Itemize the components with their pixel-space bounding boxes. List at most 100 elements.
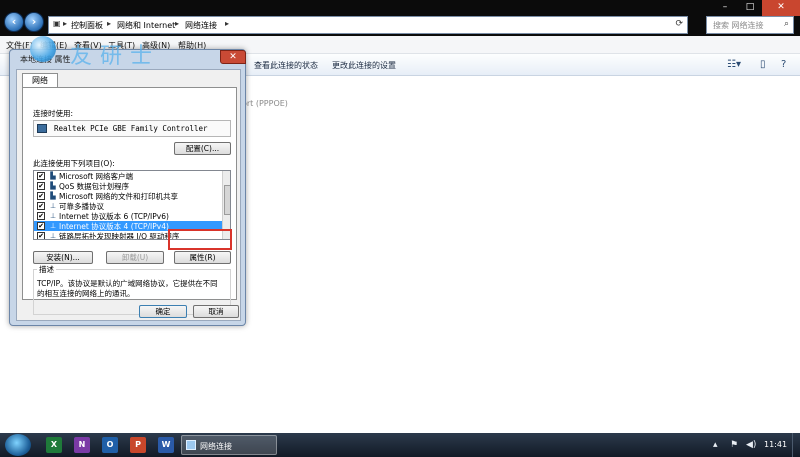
checkbox[interactable]: ✔	[37, 202, 45, 210]
install-button[interactable]: 安装(N)...	[33, 251, 93, 264]
taskbar-network-connections[interactable]: 网络连接	[181, 435, 277, 455]
powerpoint-icon[interactable]: P	[130, 437, 146, 453]
close-icon: ✕	[229, 52, 237, 62]
configure-button-label: 配置(C)...	[185, 144, 220, 153]
word-icon[interactable]: W	[158, 437, 174, 453]
outlook-letter: O	[106, 440, 114, 449]
outlook-icon[interactable]: O	[102, 437, 118, 453]
properties-button[interactable]: 属性(R)	[174, 251, 231, 264]
excel-letter: X	[50, 440, 58, 449]
back-button[interactable]: ‹	[4, 12, 24, 32]
cancel-button-label: 取消	[208, 307, 224, 316]
uninstall-button[interactable]: 卸载(U)	[106, 251, 164, 264]
list-item[interactable]: ✔ ⊥ Internet 协议版本 6 (TCP/IPv6)	[34, 211, 222, 221]
arrow-right-icon: ›	[31, 15, 37, 28]
start-button[interactable]	[5, 434, 31, 456]
watermark-globe-icon	[30, 36, 56, 62]
powerpoint-letter: P	[135, 440, 141, 449]
network-client-icon: ▙	[50, 172, 56, 180]
control-panel-icon: ▣	[53, 19, 61, 28]
onenote-letter: N	[78, 440, 86, 449]
address-bar[interactable]: ▣ ▸ 控制面板 ▸ 网络和 Internet ▸ 网络连接 ▸ ⟳	[48, 16, 688, 34]
breadcrumb-separator[interactable]: ▸	[225, 19, 229, 28]
ok-button-label: 确定	[155, 307, 171, 316]
protocol-icon: ⊥	[49, 202, 57, 210]
ok-button[interactable]: 确定	[139, 305, 187, 318]
arrow-left-icon: ‹	[11, 15, 17, 28]
checkbox[interactable]: ✔	[37, 182, 45, 190]
adapter-field: Realtek PCIe GBE Family Controller	[33, 120, 231, 137]
list-item-label: 链路层拓扑发现映射器 I/O 驱动程序	[59, 232, 180, 240]
volume-icon[interactable]: ◀)	[746, 440, 756, 450]
breadcrumb-control-panel[interactable]: 控制面板	[71, 20, 103, 31]
connection-item-partial[interactable]: ort (PPPOE)	[242, 99, 288, 108]
breadcrumb-network-connections[interactable]: 网络连接	[185, 20, 217, 31]
minimize-icon: –	[722, 2, 728, 12]
dialog-close-button[interactable]: ✕	[220, 50, 246, 64]
watermark-text: 友研士	[70, 44, 161, 69]
list-item-label: 可靠多播协议	[59, 202, 104, 211]
checkbox[interactable]: ✔	[37, 232, 45, 239]
forward-button[interactable]: ›	[24, 12, 44, 32]
tab-network[interactable]: 网络	[22, 73, 58, 88]
preview-pane-icon[interactable]: ▯	[760, 59, 766, 70]
properties-button-label: 属性(R)	[189, 253, 216, 262]
word-letter: W	[161, 440, 171, 449]
protocol-icon: ⊥	[49, 212, 57, 220]
change-settings-button[interactable]: 更改此连接的设置	[332, 60, 396, 71]
show-desktop-button[interactable]	[792, 433, 800, 457]
close-button[interactable]: ✕	[762, 0, 800, 16]
description-text-line2: 的相互连接的网络上的通讯。	[37, 289, 135, 298]
checkbox[interactable]: ✔	[37, 192, 45, 200]
search-placeholder: 搜索 网络连接	[713, 21, 764, 30]
breadcrumb-separator[interactable]: ▸	[63, 19, 67, 28]
taskbar: X N O P W 网络连接 ▴ ⚑ ◀) 11:41	[0, 433, 800, 457]
view-status-button[interactable]: 查看此连接的状态	[254, 60, 318, 71]
list-item[interactable]: ✔ ⊥ 可靠多播协议	[34, 201, 222, 211]
view-options-icon[interactable]: ☷▾	[727, 59, 741, 70]
search-input[interactable]: 搜索 网络连接 ⌕	[706, 16, 794, 34]
maximize-icon: □	[745, 2, 755, 12]
tab-panel-network: 连接时使用: Realtek PCIe GBE Family Controlle…	[22, 87, 237, 315]
list-item[interactable]: ✔ ▙ Microsoft 网络的文件和打印机共享	[34, 191, 222, 201]
adapter-name: Realtek PCIe GBE Family Controller	[54, 124, 208, 133]
breadcrumb-separator[interactable]: ▸	[107, 19, 111, 28]
action-center-icon[interactable]: ⚑	[730, 440, 738, 450]
checkbox[interactable]: ✔	[37, 212, 45, 220]
file-share-icon: ▙	[50, 192, 56, 200]
onenote-icon[interactable]: N	[74, 437, 90, 453]
tab-network-label: 网络	[32, 76, 48, 85]
protocol-icon: ⊥	[49, 222, 57, 230]
configure-button[interactable]: 配置(C)...	[174, 142, 231, 155]
list-item-label: Internet 协议版本 4 (TCP/IPv4)	[59, 222, 169, 231]
breadcrumb-network-internet[interactable]: 网络和 Internet	[117, 20, 175, 31]
scroll-thumb[interactable]	[224, 185, 230, 215]
maximize-button[interactable]: □	[738, 0, 762, 16]
excel-icon[interactable]: X	[46, 437, 62, 453]
dialog-body: 网络 连接时使用: Realtek PCIe GBE Family Contro…	[16, 69, 241, 321]
network-folder-icon	[186, 440, 196, 450]
help-icon[interactable]: ?	[781, 59, 786, 70]
list-item[interactable]: ✔ ▙ QoS 数据包计划程序	[34, 181, 222, 191]
tray-expand-icon[interactable]: ▴	[713, 440, 718, 450]
list-item-label: QoS 数据包计划程序	[59, 182, 130, 191]
close-icon: ✕	[777, 2, 785, 12]
properties-dialog: 本地连接 属性 ✕ 网络 连接时使用: Realtek PCIe GBE Fam…	[9, 49, 246, 326]
list-item-label: Microsoft 网络客户端	[59, 172, 134, 181]
highlight-annotation	[168, 229, 232, 250]
uninstall-button-label: 卸载(U)	[121, 253, 149, 262]
taskbar-clock[interactable]: 11:41	[764, 440, 787, 449]
list-item[interactable]: ✔ ▙ Microsoft 网络客户端	[34, 171, 222, 181]
list-item-label: Microsoft 网络的文件和打印机共享	[59, 192, 179, 201]
minimize-button[interactable]: –	[712, 0, 738, 16]
checkbox[interactable]: ✔	[37, 222, 45, 230]
install-button-label: 安装(N)...	[46, 253, 80, 262]
checkbox[interactable]: ✔	[37, 172, 45, 180]
explorer-titlebar: ‹ › ▣ ▸ 控制面板 ▸ 网络和 Internet ▸ 网络连接 ▸ ⟳ 搜…	[0, 0, 800, 36]
refresh-icon[interactable]: ⟳	[675, 19, 683, 29]
taskbar-window-label: 网络连接	[200, 442, 232, 451]
cancel-button[interactable]: 取消	[193, 305, 239, 318]
breadcrumb-separator[interactable]: ▸	[175, 19, 179, 28]
qos-icon: ▙	[50, 182, 56, 190]
protocol-icon: ⊥	[49, 232, 57, 240]
